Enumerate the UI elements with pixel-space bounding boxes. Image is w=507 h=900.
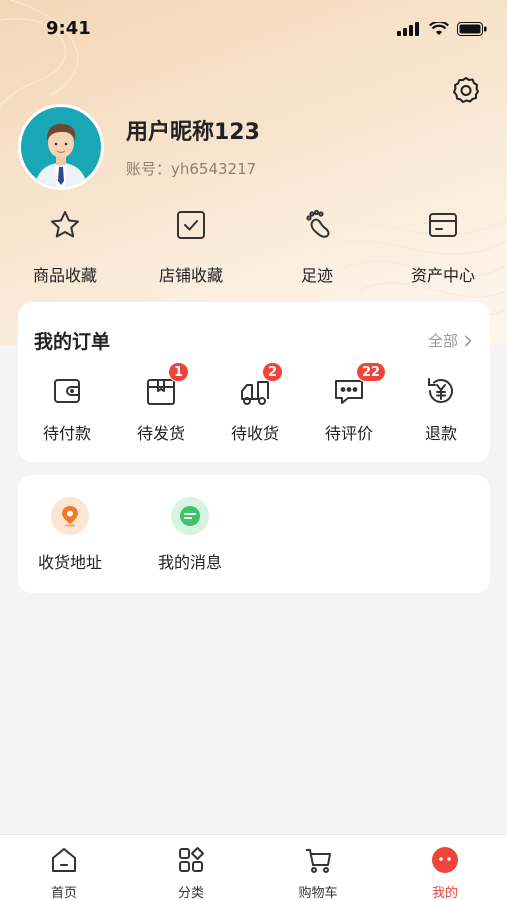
- footprint-icon: [306, 209, 330, 238]
- favorite-goods-button[interactable]: 商品收藏: [10, 208, 120, 286]
- order-refund[interactable]: 退款: [394, 374, 488, 444]
- favorite-shops-button[interactable]: 店铺收藏: [136, 208, 246, 286]
- order-status-label: 待收货: [230, 424, 279, 443]
- user-nickname: 用户昵称123: [126, 120, 260, 145]
- home-icon: [52, 848, 76, 872]
- cart-icon: [306, 849, 331, 873]
- location-pin-icon: [62, 506, 78, 527]
- cellular-signal-icon: [397, 22, 419, 36]
- order-count-badge: 2: [262, 362, 284, 382]
- tab-profile[interactable]: 我的: [405, 845, 485, 900]
- tab-label: 分类: [177, 886, 204, 900]
- chevron-right-icon: [464, 334, 472, 347]
- battery-icon: [457, 22, 487, 36]
- view-all-label: 全部: [427, 332, 458, 350]
- tab-label: 我的: [431, 886, 458, 900]
- order-pending-shipment[interactable]: 1 待发货: [114, 362, 208, 444]
- category-icon: [179, 847, 204, 872]
- shipping-address-button[interactable]: 收货地址: [20, 497, 120, 573]
- service-label: 我的消息: [157, 553, 222, 572]
- quick-action-label: 资产中心: [410, 266, 475, 285]
- wallet-card-icon: [429, 213, 457, 237]
- refund-icon: [428, 378, 453, 403]
- quick-actions-row: 商品收藏 店铺收藏 足迹 资产中心: [0, 208, 507, 288]
- quick-action-label: 店铺收藏: [158, 266, 223, 285]
- tab-cart[interactable]: 购物车: [278, 845, 358, 900]
- footprint-button[interactable]: 足迹: [262, 208, 372, 286]
- quick-action-label: 商品收藏: [32, 266, 97, 285]
- asset-center-button[interactable]: 资产中心: [388, 208, 498, 286]
- quick-action-label: 足迹: [300, 266, 333, 285]
- settings-gear-icon[interactable]: [451, 75, 481, 105]
- bottom-tab-bar: 首页 分类 购物车 我的: [0, 834, 507, 900]
- tab-label: 购物车: [298, 886, 338, 900]
- order-count-badge: 22: [356, 362, 387, 382]
- order-status-label: 待付款: [42, 424, 91, 443]
- order-count-badge: 1: [168, 362, 190, 382]
- my-messages-button[interactable]: 我的消息: [140, 497, 240, 573]
- status-time: 9:41: [46, 18, 91, 39]
- wallet-icon: [54, 379, 80, 403]
- services-card: 收货地址 我的消息: [18, 475, 490, 593]
- user-account-id: 账号：yh6543217: [126, 160, 257, 178]
- orders-title: 我的订单: [34, 331, 111, 353]
- order-pending-payment[interactable]: 待付款: [20, 374, 114, 444]
- wifi-icon: [429, 22, 449, 35]
- order-status-label: 退款: [424, 424, 457, 443]
- profile-face-icon: [432, 847, 458, 873]
- message-icon: [180, 506, 200, 526]
- my-orders-card: 我的订单 全部 待付款 1 待发货 2 待收货 22 待评价 退款: [18, 302, 490, 462]
- order-pending-review[interactable]: 22 待评价: [302, 362, 396, 444]
- order-status-label: 待评价: [324, 424, 373, 443]
- user-avatar[interactable]: [18, 104, 104, 190]
- star-icon: [51, 211, 79, 238]
- tab-label: 首页: [50, 886, 77, 900]
- order-status-label: 待发货: [136, 424, 185, 443]
- view-all-orders-link[interactable]: 全部: [428, 330, 472, 351]
- status-bar: 9:41: [0, 0, 507, 56]
- order-pending-receipt[interactable]: 2 待收货: [208, 362, 302, 444]
- tab-category[interactable]: 分类: [151, 845, 231, 900]
- service-label: 收货地址: [37, 553, 102, 572]
- checkbox-icon: [177, 211, 205, 239]
- tab-home[interactable]: 首页: [24, 845, 104, 900]
